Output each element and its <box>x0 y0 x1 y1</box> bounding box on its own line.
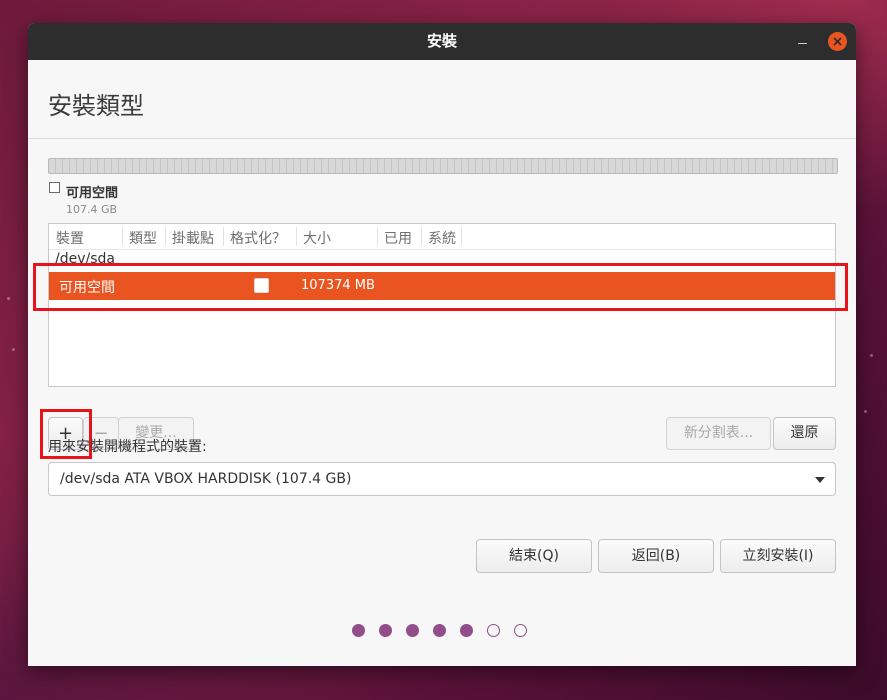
column-divider <box>165 227 166 246</box>
selected-row-highlight <box>33 263 848 311</box>
background-sparkle <box>12 348 15 351</box>
column-divider <box>421 227 422 246</box>
back-button[interactable]: 返回(B) <box>598 539 714 573</box>
bootloader-device-select[interactable]: /dev/sda ATA VBOX HARDDISK (107.4 GB) <box>48 462 836 496</box>
main-content: 可用空間 107.4 GB 裝置 類型 掛載點 格式化？ 大小 已用 系統 /d… <box>28 139 856 666</box>
install-now-button[interactable]: 立刻安裝(I) <box>720 539 836 573</box>
progress-dot <box>352 624 365 637</box>
installer-window: 安裝 安裝類型 可用空間 107.4 GB 裝置 類型 掛載點 格式化？ 大小 … <box>28 23 856 666</box>
background-sparkle <box>864 410 867 413</box>
disk-usage-bar <box>48 158 838 174</box>
close-icon <box>833 37 842 46</box>
progress-dot <box>487 624 500 637</box>
page-header: 安裝類型 <box>28 60 856 139</box>
progress-dot <box>514 624 527 637</box>
column-header-mount[interactable]: 掛載點 <box>172 228 214 248</box>
column-header-device[interactable]: 裝置 <box>56 228 84 248</box>
minimize-icon <box>798 43 807 44</box>
dropdown-arrow-icon <box>815 477 825 483</box>
progress-dot <box>379 624 392 637</box>
progress-dot <box>460 624 473 637</box>
column-divider <box>377 227 378 246</box>
column-header-format[interactable]: 格式化？ <box>230 228 286 248</box>
free-space-legend-label: 可用空間 <box>66 186 119 201</box>
background-sparkle <box>870 354 873 357</box>
page-title: 安裝類型 <box>48 92 144 120</box>
background-sparkle <box>7 297 10 300</box>
column-divider <box>296 227 297 246</box>
column-header-type[interactable]: 類型 <box>129 228 157 248</box>
column-header-system[interactable]: 系統 <box>428 228 456 248</box>
free-space-legend-size: 107.4 GB <box>66 203 118 216</box>
bootloader-device-value: /dev/sda ATA VBOX HARDDISK (107.4 GB) <box>60 471 352 487</box>
table-header: 裝置 類型 掛載點 格式化？ 大小 已用 系統 <box>49 224 835 250</box>
new-partition-table-button[interactable]: 新分割表... <box>666 417 771 450</box>
progress-dot <box>406 624 419 637</box>
column-divider <box>461 227 462 246</box>
free-space-legend-swatch <box>49 182 60 193</box>
quit-button[interactable]: 結束(Q) <box>476 539 592 573</box>
minimize-button[interactable] <box>792 34 812 50</box>
column-divider <box>122 227 123 246</box>
column-divider <box>223 227 224 246</box>
column-header-used[interactable]: 已用 <box>384 228 412 248</box>
close-button[interactable] <box>828 32 847 51</box>
column-header-size[interactable]: 大小 <box>303 228 331 248</box>
window-title: 安裝 <box>426 32 457 50</box>
revert-button[interactable]: 還原 <box>773 417 836 450</box>
progress-dot <box>433 624 446 637</box>
bootloader-device-label: 用來安裝開機程式的裝置: <box>48 439 207 455</box>
title-bar: 安裝 <box>28 23 856 60</box>
